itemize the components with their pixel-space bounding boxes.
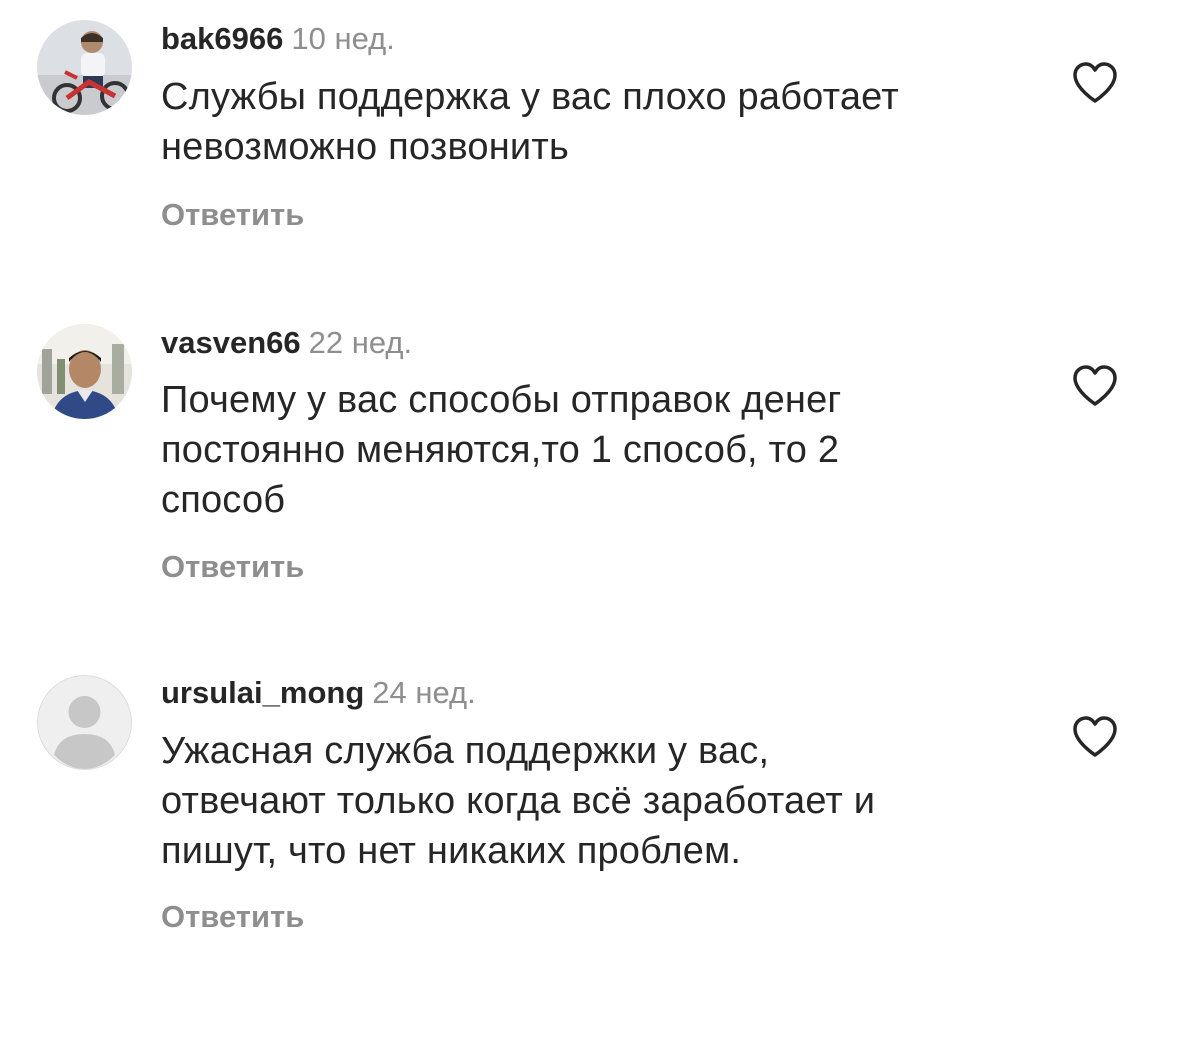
comment-text: Почему у вас способы отправок денег пост… xyxy=(161,375,1041,525)
comment-text-line: невозможно позвонить xyxy=(161,126,569,168)
comment-text-line: Службы поддержка у вас плохо работает xyxy=(161,76,899,118)
heart-outline-icon xyxy=(1073,716,1117,757)
avatar[interactable] xyxy=(37,324,132,419)
avatar[interactable] xyxy=(37,20,132,115)
comment-text-line: пишут, что нет никаких проблем. xyxy=(161,830,742,872)
comment-meta: ursulai_mong 24 нед. xyxy=(161,675,476,711)
timestamp: 24 нед. xyxy=(372,675,476,710)
heart-outline-icon xyxy=(1073,62,1117,103)
comment-text-line: отвечают только когда всё заработает и xyxy=(161,780,876,822)
username[interactable]: bak6966 xyxy=(161,21,283,56)
comment-text: Ужасная служба поддержки у вас, отвечают… xyxy=(161,726,1041,876)
comment-text-line: Ужасная служба поддержки у вас, xyxy=(161,730,770,772)
avatar-photo-icon xyxy=(37,324,132,419)
like-button[interactable] xyxy=(1071,61,1119,105)
username[interactable]: vasven66 xyxy=(161,325,301,360)
comment-meta: vasven66 22 нед. xyxy=(161,325,412,361)
comment-text: Службы поддержка у вас плохо работает не… xyxy=(161,72,1041,172)
comment-meta: bak6966 10 нед. xyxy=(161,21,395,57)
comment-text-line: постоянно меняются,то 1 способ, то 2 xyxy=(161,429,840,471)
heart-outline-icon xyxy=(1073,365,1117,406)
comment-text-line: способ xyxy=(161,479,286,521)
like-button[interactable] xyxy=(1071,715,1119,759)
like-button[interactable] xyxy=(1071,364,1119,408)
reply-button[interactable]: Ответить xyxy=(161,899,304,935)
reply-button[interactable]: Ответить xyxy=(161,197,304,233)
avatar-photo-icon xyxy=(37,20,132,115)
timestamp: 22 нед. xyxy=(308,325,413,360)
timestamp: 10 нед. xyxy=(291,21,395,56)
comment-text-line: Почему у вас способы отправок денег xyxy=(161,379,842,421)
default-avatar-icon xyxy=(37,675,132,770)
reply-button[interactable]: Ответить xyxy=(161,549,304,585)
avatar[interactable] xyxy=(37,675,132,770)
username[interactable]: ursulai_mong xyxy=(161,675,364,710)
